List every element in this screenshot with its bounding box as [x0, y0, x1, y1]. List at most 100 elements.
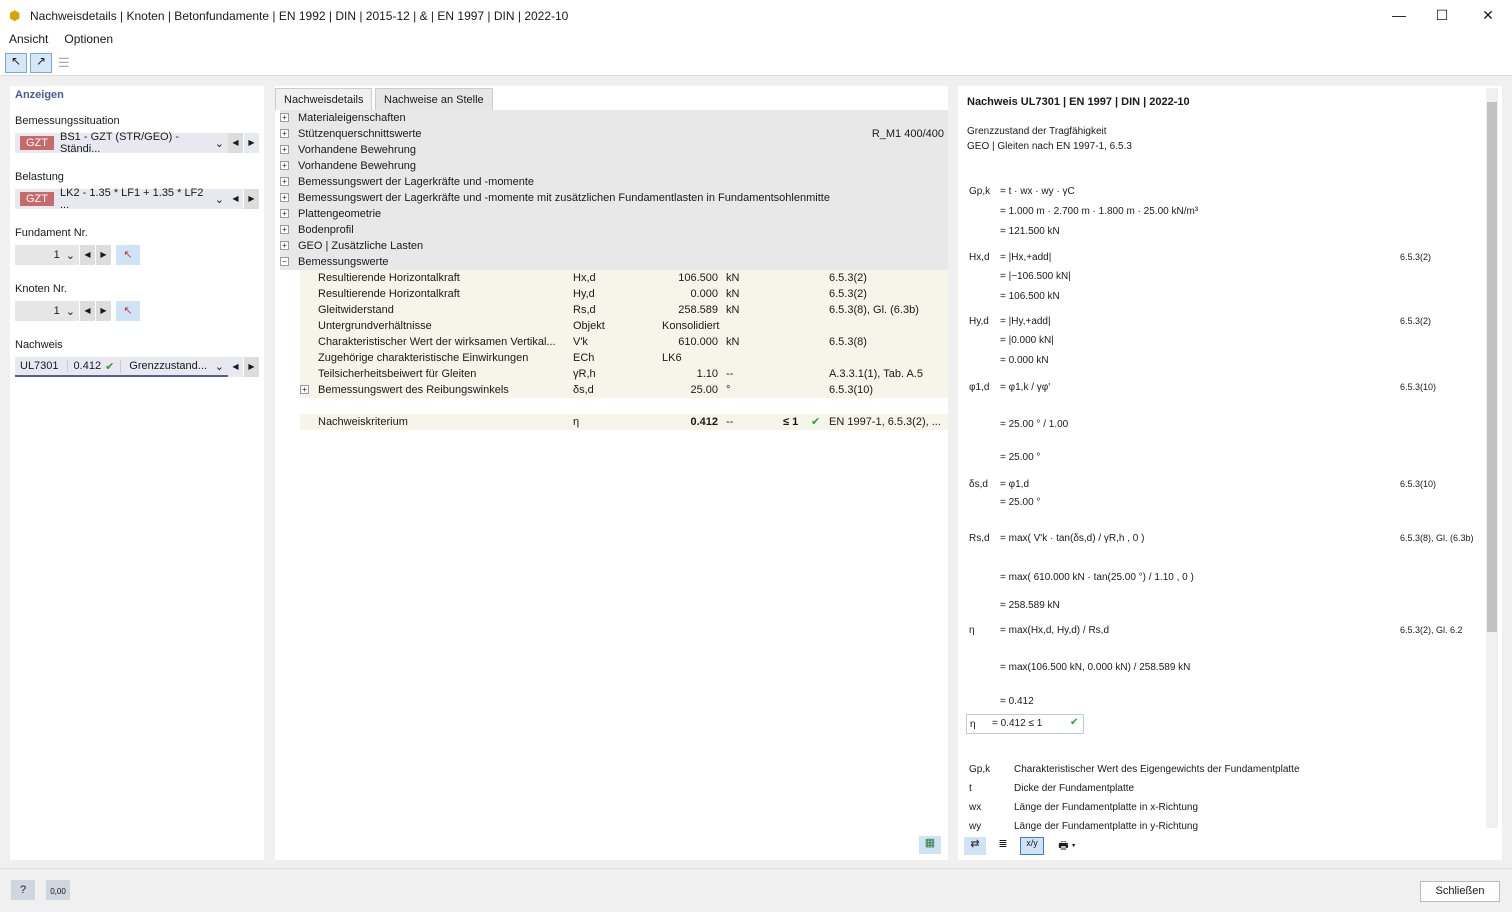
- prev-button[interactable]: ◀: [228, 133, 243, 153]
- table-row[interactable]: Gleitwiderstand Rs,d 258.589 kN 6.5.3(8), Gl…: [300, 302, 948, 318]
- row-unit: kN: [726, 288, 740, 300]
- formula-expression: = 25.00 ° / 1.00: [1000, 419, 1069, 430]
- tree-group[interactable]: + Bemessungswert der Lagerkräfte und -mom…: [280, 174, 948, 190]
- tab-nachweisdetails[interactable]: Nachweisdetails: [275, 88, 373, 110]
- expand-icon[interactable]: +: [280, 225, 289, 234]
- expand-icon[interactable]: +: [280, 209, 289, 218]
- expand-icon[interactable]: +: [280, 161, 289, 170]
- table-row[interactable]: Untergrundverhältnisse Objekt Konsolidiert: [300, 318, 948, 334]
- row-symbol: ECh: [573, 352, 595, 364]
- indent-list-icon[interactable]: ≣: [992, 837, 1014, 855]
- row-symbol: η: [573, 416, 580, 428]
- list-icon[interactable]: ☰: [58, 55, 70, 71]
- next-button[interactable]: ▶: [244, 357, 259, 377]
- tab-nachweise-an-stelle[interactable]: Nachweise an Stelle: [375, 88, 493, 110]
- next-button[interactable]: ▶: [96, 245, 111, 265]
- print-icon[interactable]: 🖶 ▾: [1050, 837, 1084, 855]
- expand-icon[interactable]: −: [280, 257, 289, 266]
- pick-node-icon[interactable]: ↖: [116, 301, 140, 321]
- tree-group[interactable]: + Bodenprofil: [280, 222, 948, 238]
- row-reference: 6.5.3(8), Gl. (6.3b): [829, 304, 919, 316]
- tree-group[interactable]: + Bemessungswert der Lagerkräfte und -mom…: [280, 190, 948, 206]
- tree-group[interactable]: + Stützenquerschnittswerte R_M1 400/400: [280, 126, 948, 142]
- next-button[interactable]: ▶: [244, 189, 259, 209]
- close-button[interactable]: Schließen: [1420, 881, 1500, 902]
- tree-group[interactable]: + Plattengeometrie: [280, 206, 948, 222]
- design-situation-select[interactable]: GZT BS1 - GZT (STR/GEO) - Ständi... ⌄: [15, 131, 228, 155]
- table-row[interactable]: Charakteristischer Wert der wirksamen Ve…: [300, 334, 948, 350]
- expand-icon[interactable]: +: [280, 177, 289, 186]
- limit-state: Grenzzustand der Tragfähigkeit: [967, 126, 1107, 137]
- menu-optionen[interactable]: Optionen: [64, 32, 113, 50]
- result-box: η = 0.412 ≤ 1 ✔: [966, 714, 1084, 734]
- prev-button[interactable]: ◀: [228, 189, 243, 209]
- legend-description: Länge der Fundamentplatte in x-Richtung: [1014, 802, 1199, 813]
- row-value: 258.589: [678, 304, 718, 316]
- expand-icon[interactable]: +: [280, 129, 289, 138]
- row-description: Resultierende Horizontalkraft: [318, 288, 460, 300]
- row-symbol: V'k: [573, 336, 588, 348]
- formula-expression: = φ1,k / γφ': [1000, 382, 1051, 393]
- row-value: 1.10: [696, 368, 718, 380]
- tree-group[interactable]: + GEO | Zusätzliche Lasten: [280, 238, 948, 254]
- select-pointer-alt-icon[interactable]: ↗: [30, 53, 52, 73]
- close-window-button[interactable]: ✕: [1465, 0, 1511, 32]
- row-value: 106.500: [678, 272, 718, 284]
- formula-expression: = 121.500 kN: [1000, 226, 1060, 237]
- maximize-button[interactable]: ☐: [1419, 0, 1465, 32]
- legend-description: Länge der Fundamentplatte in y-Richtung: [1014, 821, 1199, 832]
- tree-group[interactable]: + Materialeigenschaften: [280, 110, 948, 126]
- expand-icon[interactable]: +: [280, 193, 289, 202]
- loading-select[interactable]: GZT LK2 - 1.35 * LF1 + 1.35 * LF2 ... ⌄: [15, 187, 228, 211]
- left-panel: Anzeigen Bemessungssituation GZT BS1 - GZ…: [10, 86, 264, 860]
- expand-icon[interactable]: +: [280, 241, 289, 250]
- tree-group[interactable]: + Vorhandene Bewehrung: [280, 142, 948, 158]
- row-reference: 6.5.3(2): [829, 272, 867, 284]
- table-row[interactable]: Nachweiskriterium η 0.412 -- ≤ 1 ✔ EN 1997-1, …: [300, 414, 948, 430]
- tree-group[interactable]: + Vorhandene Bewehrung: [280, 158, 948, 174]
- formula-reference: 6.5.3(2): [1400, 252, 1432, 262]
- table-row[interactable]: Resultierende Horizontalkraft Hx,d 106.500…: [300, 270, 948, 286]
- table-row[interactable]: Zugehörige charakteristische Einwirkunge…: [300, 350, 948, 366]
- formula-expression: = 0.000 kN: [1000, 355, 1049, 366]
- legend-symbol: wx: [969, 802, 982, 813]
- prev-button[interactable]: ◀: [80, 245, 95, 265]
- expand-icon[interactable]: +: [300, 385, 309, 394]
- next-button[interactable]: ▶: [96, 301, 111, 321]
- row-unit: kN: [726, 336, 740, 348]
- prev-button[interactable]: ◀: [228, 357, 243, 377]
- row-symbol: Rs,d: [573, 304, 596, 316]
- node-select[interactable]: 1 ⌄: [15, 301, 79, 321]
- formula-expression: = max( V'k · tan(δs,d) / γR,h , 0 ): [1000, 533, 1145, 544]
- table-row[interactable]: Bemessungswert des Reibungswinkels δs,d 25…: [300, 382, 948, 398]
- details-panel: Nachweisdetails Nachweise an Stelle + Mat…: [275, 86, 948, 860]
- select-pointer-icon[interactable]: ↖: [5, 53, 27, 73]
- status-bar: ? 0,00 Schließen: [0, 868, 1512, 912]
- row-unit: kN: [726, 272, 740, 284]
- row-symbol: δs,d: [573, 384, 594, 396]
- menu-bar: Ansicht Optionen: [0, 32, 1512, 50]
- table-row[interactable]: Resultierende Horizontalkraft Hy,d 0.000 kN…: [300, 286, 948, 302]
- row-description: Gleitwiderstand: [318, 304, 394, 316]
- swap-icon[interactable]: ⇄: [964, 837, 986, 855]
- expand-icon[interactable]: +: [280, 145, 289, 154]
- help-icon[interactable]: ?: [11, 880, 35, 900]
- pick-foundation-icon[interactable]: ↖: [116, 245, 140, 265]
- foundation-select[interactable]: 1 ⌄: [15, 245, 79, 265]
- check-select[interactable]: UL7301 0.412 ✔ Grenzzustand... ⌄: [15, 357, 228, 377]
- next-button[interactable]: ▶: [244, 133, 259, 153]
- formula-view-icon[interactable]: x/y: [1020, 837, 1044, 855]
- table-row[interactable]: Teilsicherheitsbeiwert für Gleiten γR,h 1.…: [300, 366, 948, 382]
- minimize-button[interactable]: —: [1376, 0, 1422, 32]
- menu-ansicht[interactable]: Ansicht: [9, 32, 48, 50]
- prev-button[interactable]: ◀: [80, 301, 95, 321]
- row-description: Teilsicherheitsbeiwert für Gleiten: [318, 368, 477, 380]
- expand-icon[interactable]: +: [280, 113, 289, 122]
- units-icon[interactable]: 0,00: [46, 880, 70, 900]
- check-type: Grenzzustand...: [129, 360, 207, 372]
- export-excel-icon[interactable]: ▦: [919, 836, 941, 854]
- tree-group[interactable]: − Bemessungswerte: [280, 254, 948, 270]
- scrollbar[interactable]: [1486, 88, 1498, 828]
- formula-expression: = |−106.500 kN|: [1000, 271, 1071, 282]
- tree-group-label: Plattengeometrie: [298, 208, 382, 220]
